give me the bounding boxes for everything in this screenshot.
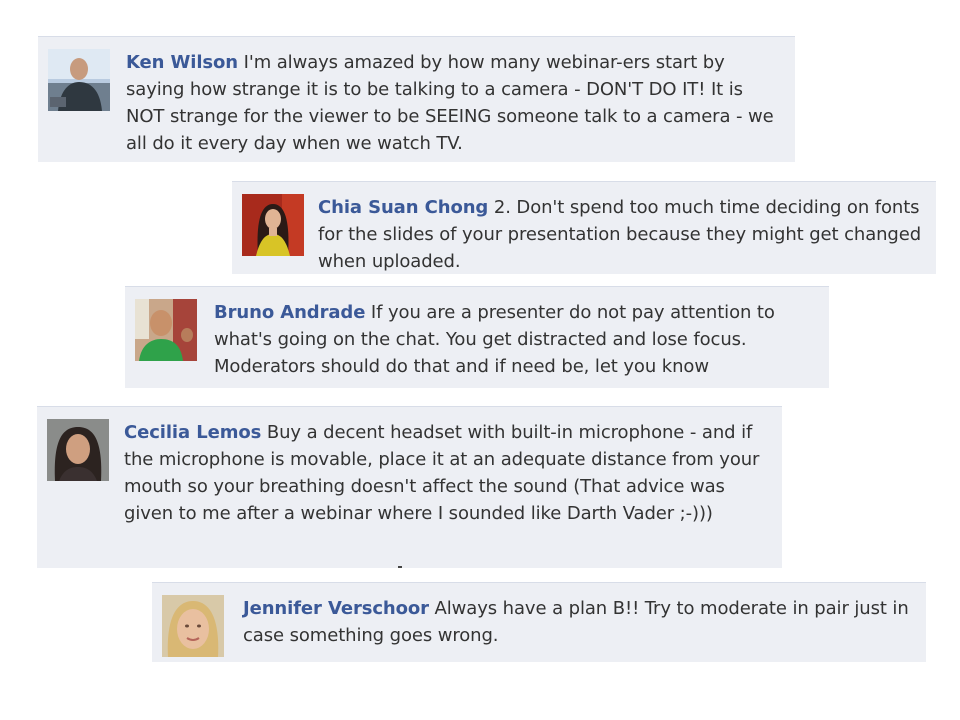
comment-text: Jennifer Verschoor Always have a plan B!… — [243, 595, 914, 649]
author-link[interactable]: Cecilia Lemos — [124, 422, 261, 443]
comment-ken-wilson: Ken Wilson I'm always amazed by how many… — [38, 36, 795, 162]
avatar[interactable] — [135, 299, 197, 361]
comment-chia-suan-chong: Chia Suan Chong 2. Don't spend too much … — [232, 181, 936, 274]
author-link[interactable]: Jennifer Verschoor — [243, 598, 429, 619]
author-link[interactable]: Ken Wilson — [126, 52, 238, 73]
comment-cecilia-lemos: Cecilia Lemos Buy a decent headset with … — [37, 406, 782, 568]
avatar[interactable] — [242, 194, 304, 256]
comment-bruno-andrade: Bruno Andrade If you are a presenter do … — [125, 286, 829, 388]
divider-mark — [398, 566, 402, 568]
avatar[interactable] — [47, 419, 109, 481]
avatar[interactable] — [162, 595, 224, 663]
comment-text: Chia Suan Chong 2. Don't spend too much … — [318, 194, 924, 275]
comment-text: Bruno Andrade If you are a presenter do … — [214, 299, 817, 380]
comment-text: Cecilia Lemos Buy a decent headset with … — [124, 419, 770, 527]
author-link[interactable]: Bruno Andrade — [214, 302, 365, 323]
comment-text: Ken Wilson I'm always amazed by how many… — [126, 49, 783, 157]
avatar[interactable] — [48, 49, 110, 111]
comment-jennifer-verschoor: Jennifer Verschoor Always have a plan B!… — [152, 582, 926, 662]
author-link[interactable]: Chia Suan Chong — [318, 197, 488, 218]
